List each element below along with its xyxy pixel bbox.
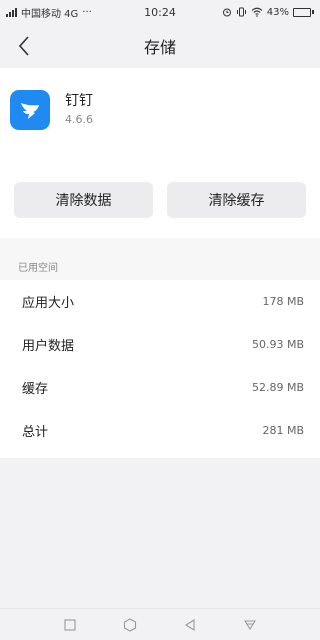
back-nav-button[interactable] [176,611,204,639]
row-value: 50.93 MB [251,338,304,351]
app-name: 钉钉 [65,93,93,109]
status-right: 43% [222,7,314,18]
storage-list: 应用大小 178 MB 用户数据 50.93 MB 缓存 52.89 MB 总计… [0,280,320,458]
system-nav-bar [0,608,320,640]
action-buttons: 清除数据 清除缓存 [10,182,310,218]
row-total: 总计 281 MB [0,409,320,452]
carrier-label: 中国移动 4G [21,8,79,20]
status-left: 中国移动 4G ··· [6,5,92,20]
page-title: 存储 [143,38,176,57]
row-user-data: 用户数据 50.93 MB [0,323,320,366]
row-value: 52.89 MB [251,381,304,394]
row-cache: 缓存 52.89 MB [0,366,320,409]
alarm-icon [222,8,231,17]
row-label: 用户数据 [22,339,75,354]
recents-button[interactable] [56,611,84,639]
row-value: 178 MB [262,295,304,308]
dingtalk-icon [10,90,50,130]
row-app-size: 应用大小 178 MB [0,280,320,323]
notification-button[interactable] [236,611,264,639]
section-header: 已用空间 [0,238,320,280]
back-button[interactable] [10,32,38,60]
app-version: 4.6.6 [65,113,93,126]
triangle-left-icon [184,618,195,631]
nav-bar: 存储 [0,24,320,68]
app-text: 钉钉 4.6.6 [65,92,93,128]
app-info: 钉钉 4.6.6 [10,86,310,134]
battery-percent: 43% [266,6,289,18]
signal-icon [6,7,17,17]
row-label: 总计 [22,425,49,440]
hexagon-icon [123,617,137,632]
wifi-icon [251,7,263,17]
vibrate-icon [236,7,246,17]
row-label: 缓存 [22,382,49,397]
clear-cache-button[interactable]: 清除缓存 [167,182,306,218]
square-icon [64,618,76,631]
app-card: 钉钉 4.6.6 清除数据 清除缓存 [0,68,320,238]
triangle-down-icon [244,619,256,630]
status-dots: ··· [82,6,92,18]
row-value: 281 MB [262,424,304,437]
home-button[interactable] [116,611,144,639]
battery-icon [293,7,314,17]
status-bar: 中国移动 4G ··· 10:24 43% [0,0,320,24]
clear-data-button[interactable]: 清除数据 [14,182,153,218]
row-label: 应用大小 [22,296,75,311]
chevron-left-icon [18,36,29,56]
